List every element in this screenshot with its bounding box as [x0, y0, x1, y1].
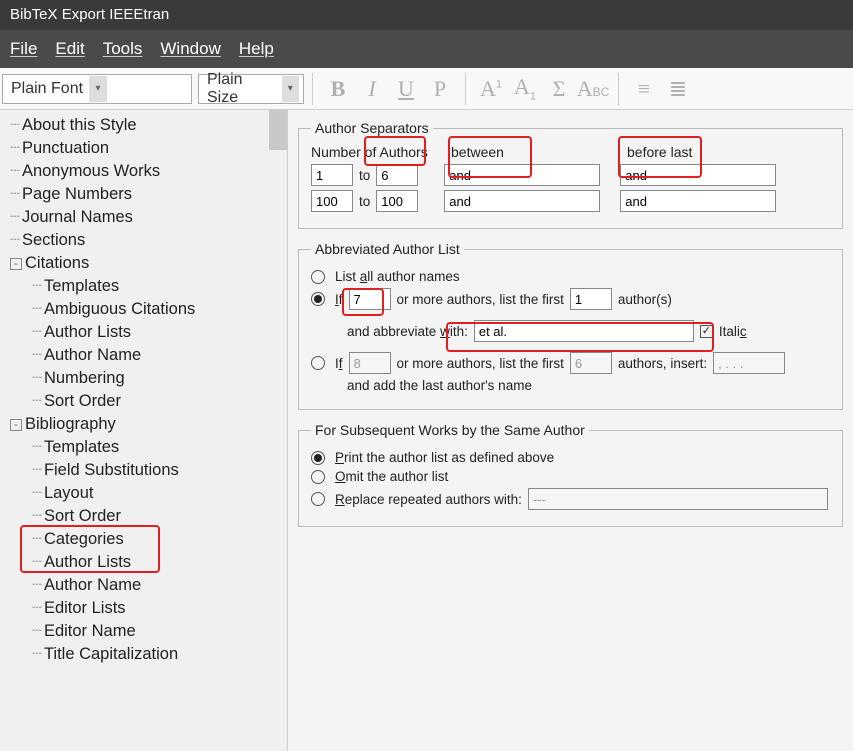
tree-item-bibliography[interactable]: -Bibliography [0, 413, 287, 436]
radio-list-all[interactable] [311, 270, 325, 284]
underline-button[interactable]: U [389, 76, 423, 102]
tree-item-page-numbers[interactable]: ┄Page Numbers [0, 183, 287, 206]
tree-pane: ┄About this Style ┄Punctuation ┄Anonymou… [0, 110, 288, 751]
size-dropdown-label: Plain Size [207, 71, 276, 107]
radio-replace[interactable] [311, 492, 325, 506]
menu-window[interactable]: Window [160, 39, 220, 59]
chevron-down-icon: ▾ [89, 76, 107, 102]
label-if: If [335, 292, 343, 307]
sum-button[interactable]: Σ [542, 76, 576, 102]
label-list-all: List all author names [335, 269, 460, 284]
tree-item-bib-templates[interactable]: ┄Templates [0, 436, 287, 459]
align-left-button[interactable]: ≡ [627, 76, 661, 102]
author-separators-group: Author Separators Number of Authors betw… [298, 120, 843, 229]
align-justify-button[interactable]: ≣ [661, 76, 695, 102]
menu-file[interactable]: File [10, 39, 37, 59]
font-dropdown[interactable]: Plain Font ▾ [2, 74, 192, 104]
author-separators-legend: Author Separators [311, 120, 433, 136]
sep-to-2[interactable] [376, 190, 418, 212]
label-omit: Omit the author list [335, 469, 448, 484]
tree-item-bib-editorname[interactable]: ┄Editor Name [0, 620, 287, 643]
subscript-button[interactable]: A1 [508, 74, 542, 102]
tree-item-bib-categories[interactable]: ┄Categories [0, 528, 287, 551]
radio-print[interactable] [311, 451, 325, 465]
label-italic: Italic [719, 324, 747, 339]
radio-omit[interactable] [311, 470, 325, 484]
label-insert: authors, insert: [618, 356, 707, 371]
sep-to-1[interactable] [376, 164, 418, 186]
label-abbreviate-with: and abbreviate with: [347, 324, 468, 339]
sep-before-1[interactable] [620, 164, 776, 186]
plain-button[interactable]: P [423, 76, 457, 102]
sep-between-1[interactable] [444, 164, 600, 186]
chevron-down-icon: ▾ [282, 76, 299, 102]
label-or-more-2: or more authors, list the first [397, 356, 564, 371]
abbreviated-list-legend: Abbreviated Author List [311, 241, 464, 257]
label-if-2: If [335, 356, 343, 371]
size-dropdown[interactable]: Plain Size ▾ [198, 74, 304, 104]
checkbox-italic[interactable] [700, 325, 713, 338]
tree-item-bib-authorlists[interactable]: ┄Author Lists [0, 551, 287, 574]
sep-from-1[interactable] [311, 164, 353, 186]
header-number-authors: Number of Authors [311, 144, 441, 160]
tree-item-bib-sortorder[interactable]: ┄Sort Order [0, 505, 287, 528]
settings-pane: Author Separators Number of Authors betw… [288, 110, 853, 751]
radio-if-authors-2[interactable] [311, 356, 325, 370]
tree-item-bib-editorlists[interactable]: ┄Editor Lists [0, 597, 287, 620]
tree-item-bib-authorname[interactable]: ┄Author Name [0, 574, 287, 597]
tree-item-citations-sortorder[interactable]: ┄Sort Order [0, 390, 287, 413]
tree-item-bib-fieldsubs[interactable]: ┄Field Substitutions [0, 459, 287, 482]
input-etal[interactable] [474, 320, 694, 342]
label-to: to [359, 168, 370, 183]
abbreviated-list-group: Abbreviated Author List List all author … [298, 241, 843, 410]
smallcaps-button[interactable]: ABC [576, 76, 610, 102]
subsequent-works-group: For Subsequent Works by the Same Author … [298, 422, 843, 527]
menu-tools[interactable]: Tools [103, 39, 143, 59]
sep-before-2[interactable] [620, 190, 776, 212]
header-before-last: before last [627, 144, 793, 160]
label-to: to [359, 194, 370, 209]
menu-bar: File Edit Tools Window Help [0, 30, 853, 68]
superscript-button[interactable]: A1 [474, 76, 508, 102]
tree-item-citations-templates[interactable]: ┄Templates [0, 275, 287, 298]
input-first-count[interactable] [570, 288, 612, 310]
font-dropdown-label: Plain Font [11, 80, 83, 98]
tree-item-citations-numbering[interactable]: ┄Numbering [0, 367, 287, 390]
tree-scrollbar[interactable] [269, 110, 287, 751]
tree-item-bib-titlecap[interactable]: ┄Title Capitalization [0, 643, 287, 666]
italic-button[interactable]: I [355, 76, 389, 102]
window-title: BibTeX Export IEEEtran [0, 0, 853, 30]
tree-item-sections[interactable]: ┄Sections [0, 229, 287, 252]
label-or-more: or more authors, list the first [397, 292, 564, 307]
toolbar: Plain Font ▾ Plain Size ▾ B I U P A1 A1 … [0, 68, 853, 110]
tree-item-anonymous[interactable]: ┄Anonymous Works [0, 160, 287, 183]
input-replace [528, 488, 828, 510]
sep-from-2[interactable] [311, 190, 353, 212]
label-print: Print the author list as defined above [335, 450, 554, 465]
radio-if-authors[interactable] [311, 292, 325, 306]
menu-help[interactable]: Help [239, 39, 274, 59]
sep-between-2[interactable] [444, 190, 600, 212]
header-between: between [451, 144, 617, 160]
input-if-count[interactable] [349, 288, 391, 310]
subsequent-works-legend: For Subsequent Works by the Same Author [311, 422, 589, 438]
tree-item-about[interactable]: ┄About this Style [0, 114, 287, 137]
tree-item-citations-authorname[interactable]: ┄Author Name [0, 344, 287, 367]
input-if-count-2 [349, 352, 391, 374]
input-first-count-2 [570, 352, 612, 374]
bold-button[interactable]: B [321, 76, 355, 102]
tree-item-citations-authorlists[interactable]: ┄Author Lists [0, 321, 287, 344]
label-add-last: and add the last author's name [347, 378, 532, 393]
menu-edit[interactable]: Edit [55, 39, 84, 59]
tree-item-citations-ambiguous[interactable]: ┄Ambiguous Citations [0, 298, 287, 321]
label-replace: Replace repeated authors with: [335, 492, 522, 507]
input-insert-dots [713, 352, 785, 374]
tree-item-punctuation[interactable]: ┄Punctuation [0, 137, 287, 160]
tree-item-bib-layout[interactable]: ┄Layout [0, 482, 287, 505]
tree-item-citations[interactable]: -Citations [0, 252, 287, 275]
label-authors: author(s) [618, 292, 672, 307]
tree-item-journal-names[interactable]: ┄Journal Names [0, 206, 287, 229]
